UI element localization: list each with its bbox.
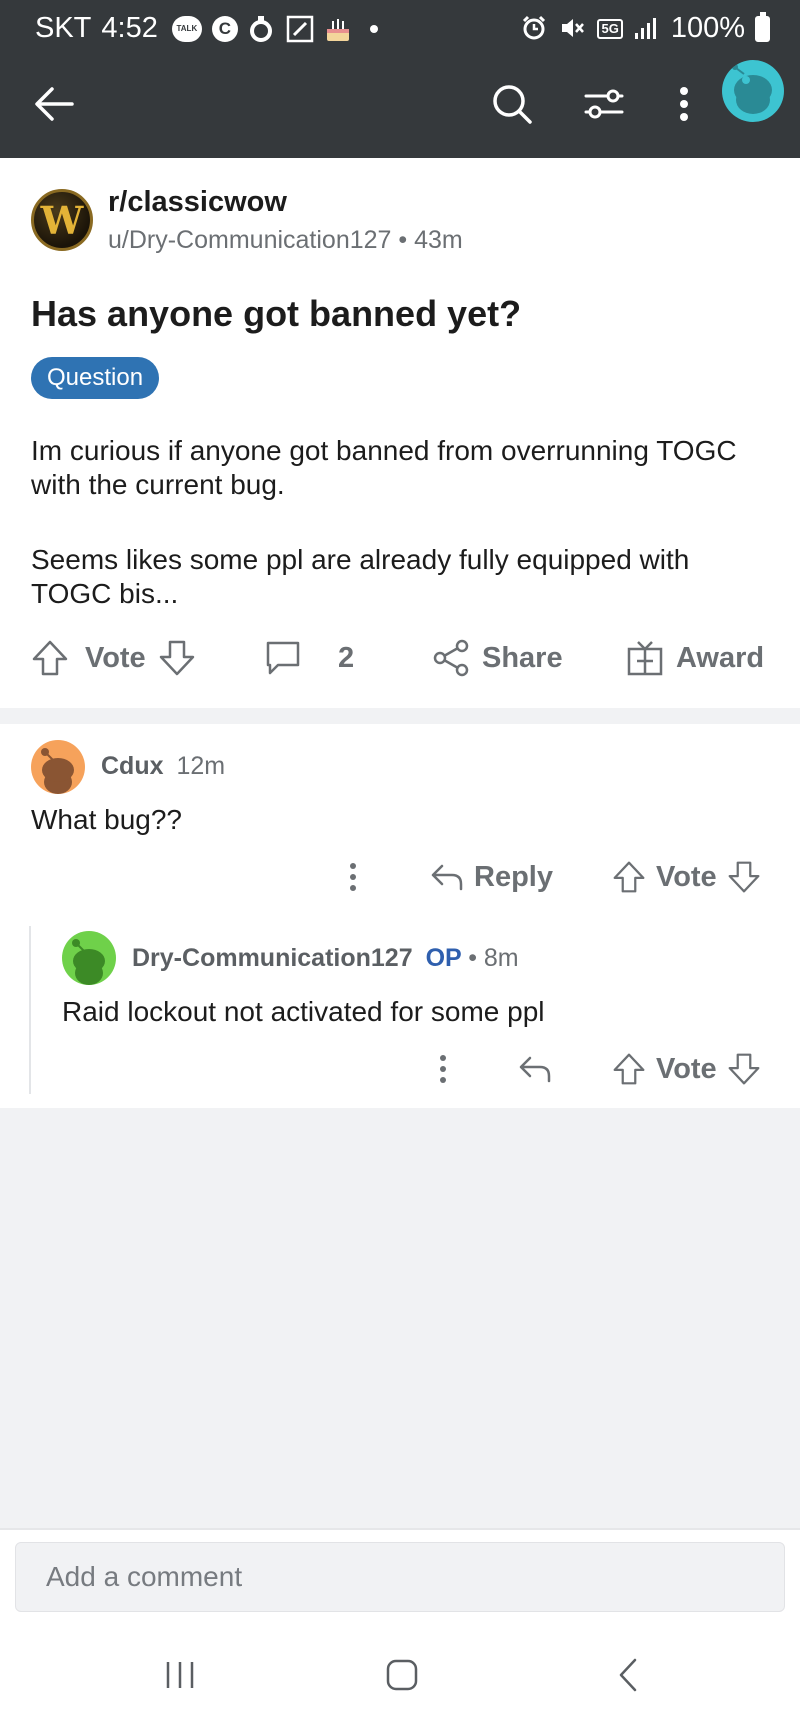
kebab-menu-icon <box>440 1055 446 1083</box>
dot-icon <box>369 24 378 33</box>
comment-more-button[interactable] <box>338 852 368 902</box>
signal-icon <box>633 15 661 43</box>
op-badge: OP <box>425 944 462 972</box>
vote-group: Vote <box>31 628 196 688</box>
share-icon <box>433 639 469 677</box>
location-icon <box>248 15 276 43</box>
comment-author-name: Dry-Communication127 <box>132 944 413 972</box>
alarm-icon <box>521 15 549 43</box>
add-comment-input[interactable]: Add a comment <box>15 1542 785 1612</box>
talk-icon: TALK <box>171 15 202 42</box>
post-body-paragraph: Im curious if anyone got banned from ove… <box>31 435 737 500</box>
downvote-icon[interactable] <box>158 639 196 677</box>
reply-arrow-icon <box>519 1056 551 1083</box>
comment-vote-group: Vote <box>612 1044 761 1094</box>
award-label: Award <box>676 641 765 674</box>
gift-icon <box>627 641 663 676</box>
upvote-icon[interactable] <box>31 639 69 677</box>
recent-apps-button[interactable] <box>150 1650 210 1700</box>
kebab-menu-icon <box>350 863 356 891</box>
sliders-icon <box>584 89 624 119</box>
home-button[interactable] <box>372 1650 432 1700</box>
comment-text: What bug?? <box>31 804 182 835</box>
avatar-icon <box>732 64 772 114</box>
recent-apps-icon <box>166 1662 194 1688</box>
battery-icon <box>755 11 770 42</box>
post-age: 43m <box>414 226 463 254</box>
snoo-avatar-icon <box>41 748 74 794</box>
award-button[interactable]: Award <box>626 628 764 688</box>
meta-separator: • <box>468 944 484 972</box>
meta-separator: • <box>398 226 415 254</box>
post-body[interactable]: Im curious if anyone got banned from ove… <box>31 434 771 652</box>
vote-label: Vote <box>656 860 717 893</box>
thread-line[interactable] <box>29 926 31 1094</box>
subreddit-icon[interactable]: W <box>31 189 93 251</box>
edit-icon <box>286 15 314 43</box>
cake-icon <box>324 15 352 43</box>
status-right: 5G 100% <box>521 11 770 45</box>
reply-button[interactable]: Reply <box>430 852 553 902</box>
comment-age: 12m <box>176 752 226 780</box>
post-flair[interactable]: Question <box>31 357 160 399</box>
upvote-icon[interactable] <box>612 1052 646 1086</box>
comment-author[interactable]: Dry-Communication127 OP • 8m <box>132 944 519 973</box>
comment-more-button[interactable] <box>428 1044 458 1094</box>
subreddit-name[interactable]: r/classicwow <box>108 186 287 219</box>
comments-section: Cdux 12m What bug?? Reply Vote Dry-Commu… <box>0 724 800 1108</box>
comment-bubble-icon <box>266 641 300 675</box>
app-toolbar <box>0 60 800 158</box>
c-badge-icon: C <box>211 15 238 42</box>
downvote-icon[interactable] <box>727 860 761 894</box>
home-icon <box>386 1659 418 1691</box>
search-icon <box>493 85 532 124</box>
downvote-icon[interactable] <box>727 1052 761 1086</box>
avatar[interactable] <box>62 931 116 985</box>
status-bar: SKT 4:52 TALK C 5G 100% <box>0 0 800 60</box>
top-bar: SKT 4:52 TALK C 5G 100% <box>0 0 800 158</box>
kebab-menu-icon <box>680 87 688 121</box>
avatar[interactable] <box>31 740 85 794</box>
chevron-left-icon <box>619 1658 637 1692</box>
post-actions: Vote 2 Share Award <box>0 628 800 688</box>
comment-author-name: Cdux <box>101 752 164 780</box>
reply-arrow-icon <box>431 864 463 891</box>
carrier-label: SKT <box>35 12 92 44</box>
battery-percent: 100% <box>670 12 745 44</box>
section-divider <box>0 708 800 724</box>
network-type: 5G <box>597 18 623 39</box>
back-button[interactable] <box>24 74 84 134</box>
sort-filter-button[interactable] <box>574 74 634 134</box>
status-left: SKT 4:52 TALK C <box>35 12 378 45</box>
vote-label: Vote <box>656 1052 717 1085</box>
comment-vote-group: Vote <box>612 852 761 902</box>
clock: 4:52 <box>101 12 158 44</box>
comment-age: 8m <box>483 944 519 972</box>
comment-author[interactable]: Cdux 12m <box>101 752 225 781</box>
search-button[interactable] <box>482 74 542 134</box>
post-meta: u/Dry-Communication127 • 43m <box>108 226 463 255</box>
user-avatar-button[interactable] <box>722 60 784 122</box>
share-label: Share <box>482 641 563 674</box>
system-nav-bar <box>0 1640 800 1716</box>
reply-button[interactable] <box>518 1044 552 1094</box>
post-author[interactable]: u/Dry-Communication127 <box>108 226 391 254</box>
mute-icon <box>559 15 587 43</box>
comment-count: 2 <box>338 641 355 674</box>
reply-label: Reply <box>474 860 553 893</box>
share-button[interactable]: Share <box>432 628 563 688</box>
snoo-avatar-icon <box>72 939 105 985</box>
post-card: W r/classicwow u/Dry-Communication127 • … <box>0 158 800 708</box>
back-arrow-icon <box>35 87 74 121</box>
upvote-icon[interactable] <box>612 860 646 894</box>
bottom-bar: Add a comment <box>0 1528 800 1716</box>
system-back-button[interactable] <box>598 1650 658 1700</box>
post-title: Has anyone got banned yet? <box>31 293 522 334</box>
more-options-button[interactable] <box>654 74 714 134</box>
comments-button[interactable]: 2 <box>264 628 354 688</box>
post-body-paragraph: Seems likes some ppl are already fully e… <box>31 544 690 609</box>
comment-text: Raid lockout not activated for some ppl <box>62 996 545 1027</box>
vote-label: Vote <box>85 641 146 674</box>
